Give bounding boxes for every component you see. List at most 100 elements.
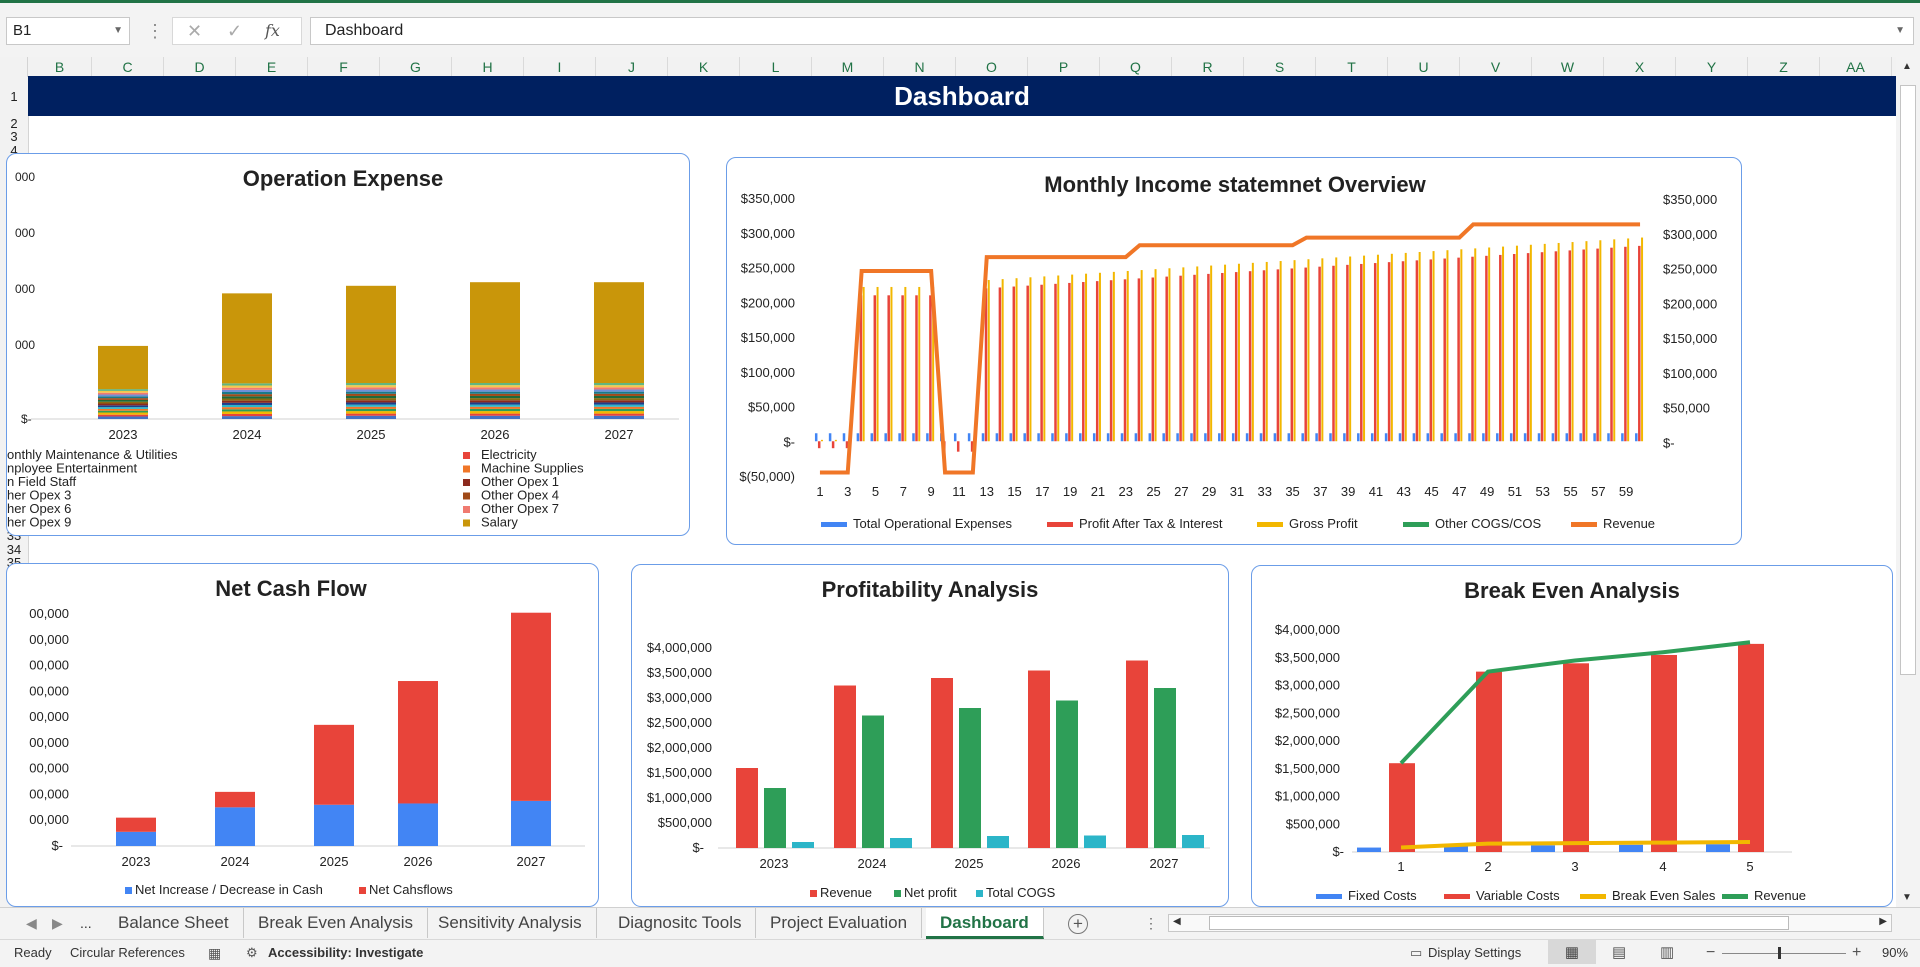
bar-gross-17: [1043, 276, 1046, 442]
display-settings-button[interactable]: Display Settings: [1428, 940, 1521, 966]
column-header-X[interactable]: X: [1604, 57, 1676, 77]
circular-references-status[interactable]: Circular References: [70, 940, 185, 966]
row-header-3[interactable]: 3: [0, 130, 28, 143]
zoom-out-icon[interactable]: −: [1706, 940, 1715, 966]
column-header-L[interactable]: L: [740, 57, 812, 77]
column-header-V[interactable]: V: [1460, 57, 1532, 77]
sheet-tab-balance-sheet[interactable]: Balance Sheet: [104, 908, 244, 938]
normal-view-icon[interactable]: ▦: [1548, 940, 1596, 964]
column-header-N[interactable]: N: [884, 57, 956, 77]
formula-bar-grip-icon[interactable]: ⋮: [146, 17, 164, 45]
sheet-tab-project-evaluation[interactable]: Project Evaluation: [756, 908, 923, 938]
bar-variable-3: [1563, 663, 1589, 852]
name-box-dropdown-icon[interactable]: ▼: [113, 18, 123, 44]
column-header-J[interactable]: J: [596, 57, 668, 77]
y-tick-2: 00,000: [29, 658, 69, 673]
select-all-corner[interactable]: [0, 57, 28, 77]
column-header-P[interactable]: P: [1028, 57, 1100, 77]
vertical-scrollbar[interactable]: ▲ ▼: [1896, 57, 1920, 907]
column-header-AA[interactable]: AA: [1820, 57, 1892, 77]
bar-opex-23: [1120, 433, 1124, 442]
bar-opex-26: [1162, 433, 1165, 442]
zoom-level[interactable]: 90%: [1882, 940, 1908, 966]
row-header-34[interactable]: 34: [0, 543, 28, 556]
zoom-slider-thumb[interactable]: [1778, 947, 1781, 959]
bar-2023-15: [98, 389, 148, 391]
bar-2026-9: [470, 395, 520, 399]
formula-input[interactable]: Dashboard ▼: [310, 17, 1914, 45]
monthly-income-chart[interactable]: Monthly Income statemnet Overview $350,00…: [726, 157, 1742, 545]
row-header-2[interactable]: 2: [0, 117, 28, 130]
column-header-B[interactable]: B: [28, 57, 92, 77]
column-header-F[interactable]: F: [308, 57, 380, 77]
horizontal-scrollbar[interactable]: ◀ ▶: [1168, 914, 1892, 932]
column-header-H[interactable]: H: [452, 57, 524, 77]
enter-icon[interactable]: ✓: [227, 18, 242, 44]
column-header-D[interactable]: D: [164, 57, 236, 77]
next-sheet-icon[interactable]: ▶: [52, 908, 63, 938]
sheet-tab-break-even-analysis[interactable]: Break Even Analysis: [244, 908, 428, 938]
break-even-chart[interactable]: Break Even Analysis $4,000,000 $3,500,000 $…: [1251, 565, 1893, 907]
column-header-R[interactable]: R: [1172, 57, 1244, 77]
sheet-tab-sensitivity-analysis[interactable]: Sensitivity Analysis: [424, 908, 597, 938]
bar-2023-14: [98, 390, 148, 393]
bar-fixed-4: [1619, 844, 1643, 852]
column-header-Y[interactable]: Y: [1676, 57, 1748, 77]
bar-2024-11: [222, 392, 272, 395]
sheet-tab-diagnositc-tools[interactable]: Diagnositc Tools: [604, 908, 757, 938]
bar-2026-11: [470, 391, 520, 394]
column-header-Z[interactable]: Z: [1748, 57, 1820, 77]
bar-2026-8: [470, 398, 520, 401]
column-header-M[interactable]: M: [812, 57, 884, 77]
vertical-scroll-thumb[interactable]: [1900, 85, 1916, 675]
x-tick-0: 1: [1397, 859, 1404, 874]
column-header-I[interactable]: I: [524, 57, 596, 77]
display-settings-icon[interactable]: ▭: [1410, 940, 1422, 966]
column-header-Q[interactable]: Q: [1100, 57, 1172, 77]
scroll-down-icon[interactable]: ▼: [1902, 892, 1912, 903]
column-header-U[interactable]: U: [1388, 57, 1460, 77]
column-header-G[interactable]: G: [380, 57, 452, 77]
bar-profit-2: [831, 441, 835, 449]
zoom-in-icon[interactable]: +: [1852, 940, 1861, 966]
name-box[interactable]: B1 ▼: [6, 17, 130, 45]
add-sheet-icon[interactable]: +: [1068, 914, 1088, 934]
prev-sheet-icon[interactable]: ◀: [26, 908, 37, 938]
column-header-K[interactable]: K: [668, 57, 740, 77]
profitability-chart[interactable]: Profitability Analysis $4,000,000 $3,500,0…: [631, 564, 1229, 907]
y-tick-5: $1,500,000: [647, 765, 712, 780]
scroll-right-icon[interactable]: ▶: [1879, 916, 1887, 927]
net-cash-flow-chart[interactable]: Net Cash Flow 00,000 00,000 00,000 00,000 00,…: [6, 563, 599, 907]
tab-split-grip-icon[interactable]: ⋮: [1144, 908, 1158, 938]
accessibility-icon[interactable]: ⚙: [246, 940, 258, 966]
scroll-left-icon[interactable]: ◀: [1173, 916, 1181, 927]
row-header-1[interactable]: 1: [0, 81, 28, 113]
more-sheets-button[interactable]: ...: [80, 908, 92, 938]
legend-swatch-7: [463, 479, 470, 486]
accessibility-status[interactable]: Accessibility: Investigate: [268, 940, 423, 966]
insert-function-icon[interactable]: fx: [265, 18, 280, 44]
zoom-slider[interactable]: [1722, 947, 1846, 959]
column-header-T[interactable]: T: [1316, 57, 1388, 77]
column-header-C[interactable]: C: [92, 57, 164, 77]
sheet-tab-dashboard[interactable]: Dashboard: [926, 908, 1044, 939]
macro-recording-icon[interactable]: ▦: [208, 940, 221, 966]
bar-opex-20: [1079, 433, 1082, 442]
bar-opex-1: [814, 433, 818, 442]
bar-total-cogs-2027: [1182, 835, 1204, 848]
page-layout-view-icon[interactable]: ▤: [1612, 940, 1626, 966]
bar-profit-14: [998, 287, 1002, 442]
column-header-S[interactable]: S: [1244, 57, 1316, 77]
scroll-up-icon[interactable]: ▲: [1902, 61, 1912, 72]
column-header-E[interactable]: E: [236, 57, 308, 77]
expand-formula-icon[interactable]: ▼: [1895, 18, 1905, 44]
page-break-view-icon[interactable]: ▥: [1660, 940, 1674, 966]
horizontal-scroll-thumb[interactable]: [1209, 916, 1789, 930]
x-tick-8: 17: [1035, 484, 1049, 499]
operation-expense-chart[interactable]: Operation Expense 000 000 000 000 $- 2023 2024 2…: [6, 153, 690, 536]
column-header-O[interactable]: O: [956, 57, 1028, 77]
cancel-icon[interactable]: ✕: [187, 18, 202, 44]
bar-opex-33: [1259, 433, 1263, 442]
column-header-W[interactable]: W: [1532, 57, 1604, 77]
bar-2023-4: [98, 408, 148, 411]
